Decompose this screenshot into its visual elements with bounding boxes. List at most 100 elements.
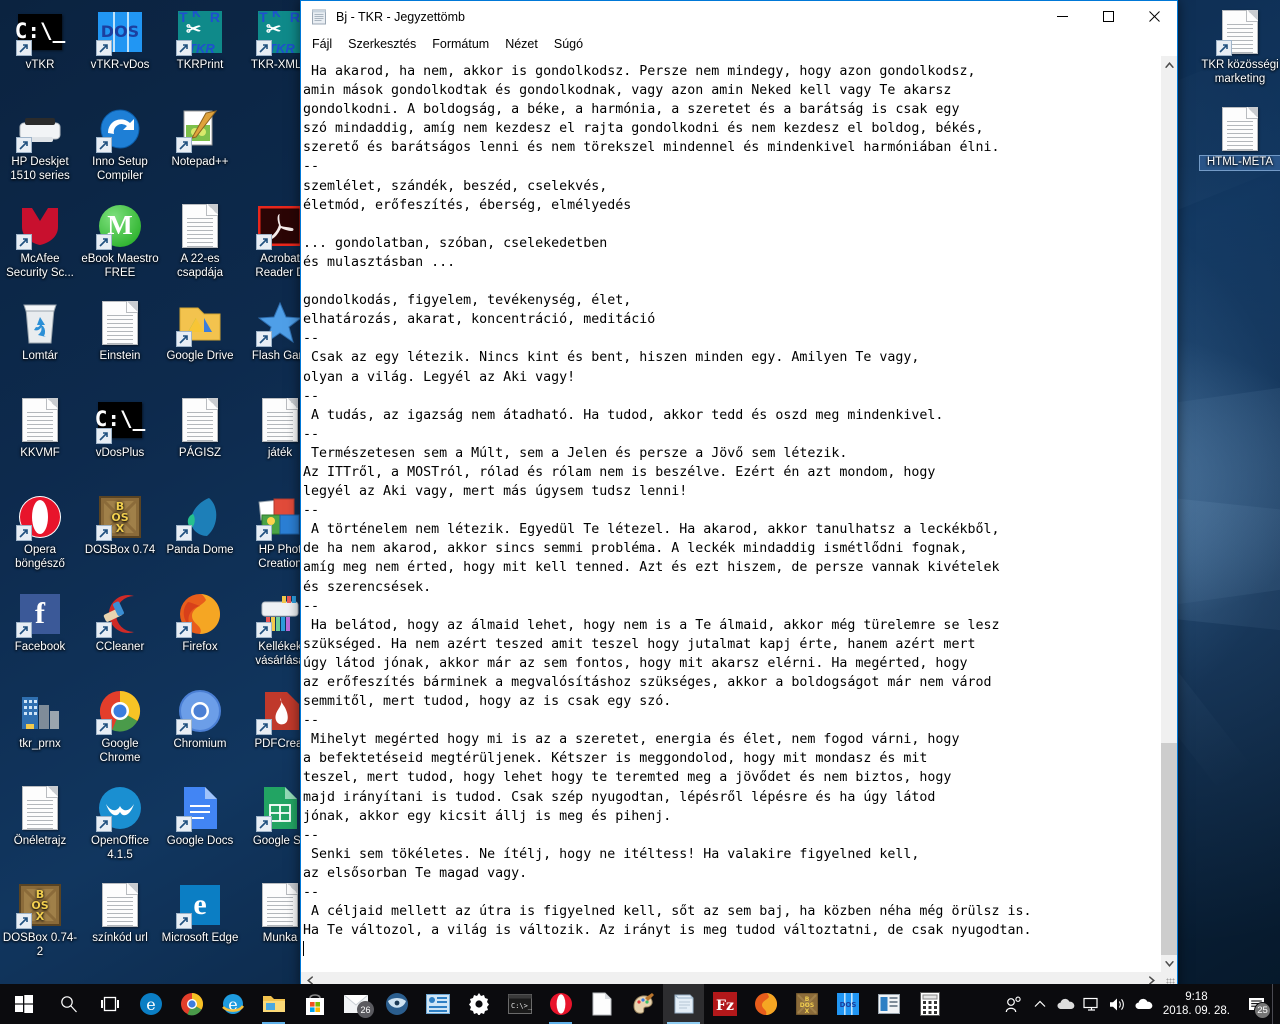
search-icon[interactable] — [48, 984, 89, 1024]
people-icon[interactable] — [1001, 984, 1027, 1024]
action-center-icon[interactable]: 25 — [1240, 984, 1272, 1024]
taskbar-clock[interactable]: 9:18 2018. 09. 28. — [1157, 984, 1240, 1024]
desktop-icon-tkr-k-z-ss-gi-marketing[interactable]: TKR közösségi marketing — [1200, 8, 1280, 86]
desktop-icon-label: DOSBox 0.74 — [84, 544, 156, 556]
taskbar-calculator-icon[interactable] — [909, 984, 950, 1024]
desktop-icon-html-meta[interactable]: HTML-META — [1199, 101, 1280, 171]
desktop-icon-dosbox-0-74-2[interactable]: B OS X DOSBox 0.74-2 — [0, 881, 80, 959]
desktop-icon-a-22-es-csapd-ja[interactable]: A 22-es csapdája — [160, 202, 240, 280]
maximize-button[interactable] — [1085, 1, 1131, 32]
taskbar-microsoft-edge-icon[interactable]: e — [130, 984, 171, 1024]
taskbar-paint-icon[interactable] — [622, 984, 663, 1024]
taskbar-vdos-icon[interactable]: DOS — [827, 984, 868, 1024]
desktop-icon-label: Inno Setup Compiler — [92, 156, 148, 182]
vertical-scrollbar[interactable] — [1160, 56, 1177, 972]
ccleaner-icon — [96, 590, 144, 638]
show-desktop-button[interactable] — [1272, 984, 1280, 1024]
desktop-icon-google-chrome[interactable]: Google Chrome — [80, 687, 160, 765]
text-editor[interactable]: Ha akarod, ha nem, akkor is gondolkodsz.… — [301, 56, 1160, 972]
desktop-icon-sz-nk-d-url[interactable]: színkód url — [80, 881, 160, 946]
vertical-scroll-thumb[interactable] — [1161, 743, 1177, 955]
show-hidden-icons-icon[interactable] — [1027, 984, 1053, 1024]
taskbar-notepad-doc-icon[interactable] — [581, 984, 622, 1024]
taskbar-filezilla-icon[interactable]: Fz — [704, 984, 745, 1024]
desktop-icon-openoffice-4-1-5[interactable]: OpenOffice 4.1.5 — [80, 784, 160, 862]
shortcut-overlay-icon — [96, 137, 112, 153]
taskbar-internet-explorer-icon[interactable]: e — [212, 984, 253, 1024]
menu-item-nézet[interactable]: Nézet — [497, 34, 546, 54]
desktop-icon-facebook[interactable]: f Facebook — [0, 590, 80, 655]
desktop-icon-opera-b-ng-sz[interactable]: Opera böngésző — [0, 493, 80, 571]
shortcut-overlay-icon — [96, 719, 112, 735]
desktop-icon-notepad[interactable]: Notepad++ — [160, 105, 240, 170]
text-caret — [303, 941, 304, 957]
doc-icon — [96, 881, 144, 929]
vertical-scroll-track[interactable] — [1161, 73, 1177, 955]
desktop-icon-ccleaner[interactable]: CCleaner — [80, 590, 160, 655]
desktop-icon-n-letrajz[interactable]: Önéletrajz — [0, 784, 80, 849]
menu-item-súgó[interactable]: Súgó — [546, 34, 591, 54]
desktop-icon-dosbox-0-74[interactable]: B OS X DOSBox 0.74 — [80, 493, 160, 558]
notepad-window[interactable]: Bj - TKR - Jegyzettömb Fájl Szerkesztés Fo… — [300, 0, 1178, 990]
desktop-icon-label: Firefox — [182, 641, 218, 653]
taskbar-microsoft-store-icon[interactable] — [294, 984, 335, 1024]
taskbar-dosbox-icon[interactable]: B DOS X — [786, 984, 827, 1024]
taskbar-settings-icon[interactable] — [458, 984, 499, 1024]
desktop-icon-label: PÁGISZ — [178, 447, 222, 459]
desktop-icon-label: CCleaner — [95, 641, 145, 653]
desktop-icon-einstein[interactable]: Einstein — [80, 299, 160, 364]
taskbar-file-explorer-icon[interactable] — [253, 984, 294, 1024]
desktop-icon-inno-setup-compiler[interactable]: Inno Setup Compiler — [80, 105, 160, 183]
taskbar-opera-icon[interactable] — [540, 984, 581, 1024]
onedrive-icon[interactable] — [1053, 984, 1079, 1024]
desktop-icon-chromium[interactable]: Chromium — [160, 687, 240, 752]
taskbar-firefox-icon[interactable] — [745, 984, 786, 1024]
taskbar-presentation-icon[interactable] — [417, 984, 458, 1024]
desktop-icon-hp-deskjet-1510-series[interactable]: HP Deskjet 1510 series — [0, 105, 80, 183]
scroll-up-button[interactable] — [1161, 56, 1177, 73]
windows-start-icon[interactable] — [0, 984, 48, 1024]
desktop-icon-tkrprint[interactable]: T K R ✂ TKR TKRPrint — [160, 8, 240, 73]
desktop-icon-firefox[interactable]: Firefox — [160, 590, 240, 655]
taskbar-notepad-icon[interactable] — [663, 984, 704, 1024]
shortcut-overlay-icon — [256, 525, 272, 541]
facebook-icon: f — [16, 590, 64, 638]
desktop-icon-panda-dome[interactable]: Panda Dome — [160, 493, 240, 558]
window-controls — [1039, 1, 1177, 32]
desktop-icon-google-drive[interactable]: Google Drive — [160, 299, 240, 364]
desktop-icon-label: színkód url — [92, 932, 148, 944]
minimize-button[interactable] — [1039, 1, 1085, 32]
ebook-icon: M — [96, 202, 144, 250]
menu-item-formátum[interactable]: Formátum — [424, 34, 497, 54]
desktop-icon-kkvmf[interactable]: KKVMF — [0, 396, 80, 461]
desktop-icon-ebook-maestro-free[interactable]: MeBook Maestro FREE — [80, 202, 160, 280]
task-view-icon[interactable] — [89, 984, 130, 1024]
menu-item-fájl[interactable]: Fájl — [304, 34, 340, 54]
editor-content[interactable]: Ha akarod, ha nem, akkor is gondolkodsz.… — [303, 62, 1158, 940]
desktop-icon-vdosplus[interactable]: C:\_ vDosPlus — [80, 396, 160, 461]
taskbar-thunderbird-icon[interactable] — [376, 984, 417, 1024]
menu-item-szerkesztés[interactable]: Szerkesztés — [340, 34, 424, 54]
taskbar-command-prompt-icon[interactable]: C:\>_ — [499, 984, 540, 1024]
close-button[interactable] — [1131, 1, 1177, 32]
cloud-upload-icon[interactable] — [1131, 984, 1157, 1024]
cmd-icon: C:\_ — [15, 8, 65, 56]
desktop-icon-vtkr-vdos[interactable]: DOS vTKR-vDos — [80, 8, 160, 73]
network-icon[interactable] — [1079, 984, 1105, 1024]
hpsupply-icon — [256, 590, 304, 638]
taskbar-windows-app-icon[interactable] — [868, 984, 909, 1024]
desktop-icon-vtkr[interactable]: C:\_ vTKR — [0, 8, 80, 73]
desktop-icon-microsoft-edge[interactable]: e Microsoft Edge — [160, 881, 240, 946]
desktop-icon-lomt-r[interactable]: Lomtár — [0, 299, 80, 364]
volume-icon[interactable] — [1105, 984, 1131, 1024]
desktop-icon-label: Notepad++ — [171, 156, 229, 168]
taskbar[interactable]: e e 26 C:\>_ Fz B DOS X DOS 9:18 2018. 09. 28. — [0, 984, 1280, 1024]
desktop-icon-google-docs[interactable]: Google Docs — [160, 784, 240, 849]
desktop-icon-p-gisz[interactable]: PÁGISZ — [160, 396, 240, 461]
desktop-icon-tkr-prnx[interactable]: tkr_prnx — [0, 687, 80, 752]
notepad-titlebar[interactable]: Bj - TKR - Jegyzettömb — [301, 1, 1177, 32]
scroll-down-button[interactable] — [1161, 955, 1177, 972]
taskbar-mail-icon[interactable]: 26 — [335, 984, 376, 1024]
desktop-icon-mcafee-security-sc[interactable]: McAfee Security Sc... — [0, 202, 80, 280]
taskbar-google-chrome-icon[interactable] — [171, 984, 212, 1024]
